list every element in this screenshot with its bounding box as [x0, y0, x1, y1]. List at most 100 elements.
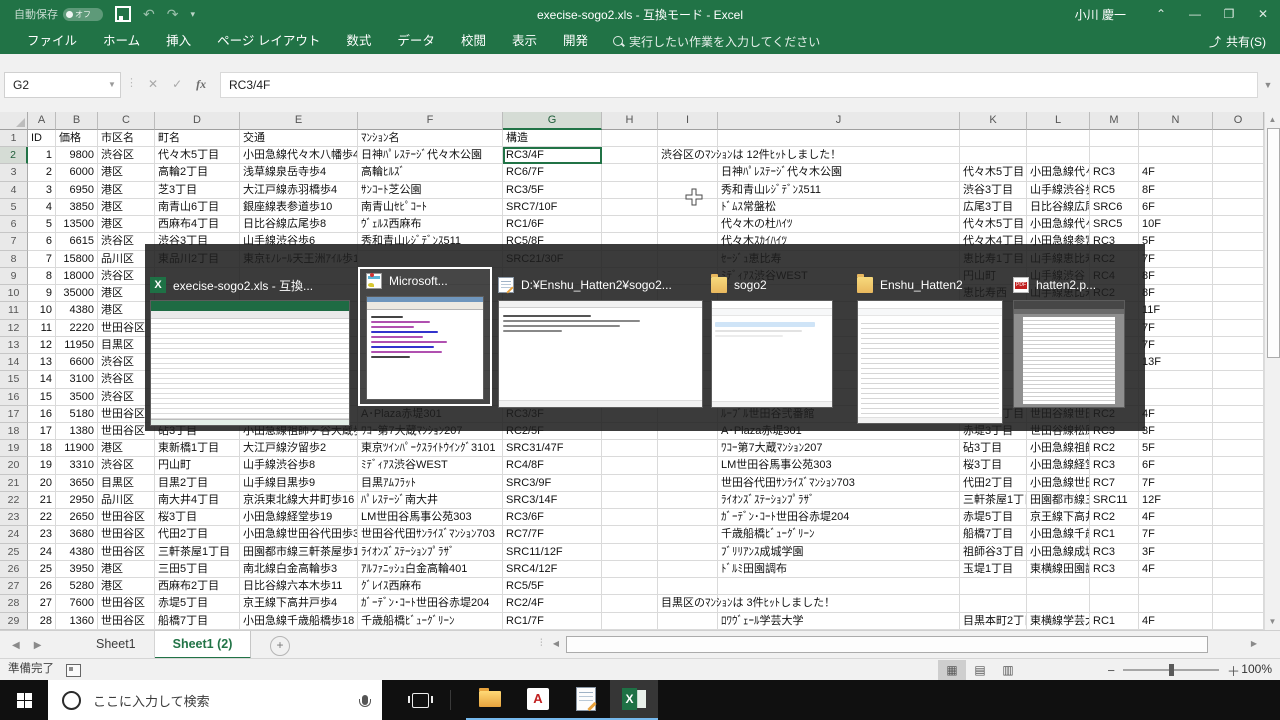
cell-G3[interactable]: RC6/7F — [503, 164, 602, 181]
task-view-button[interactable] — [398, 680, 442, 720]
cell-H20[interactable] — [602, 457, 658, 474]
cell-A20[interactable]: 19 — [28, 457, 56, 474]
cell-L24[interactable]: 小田急線千歳船橋 — [1027, 526, 1090, 543]
col-header-J[interactable]: J — [718, 112, 960, 130]
cell-N27[interactable] — [1139, 578, 1213, 595]
cell-O17[interactable] — [1213, 406, 1264, 423]
cell-A21[interactable]: 20 — [28, 475, 56, 492]
cell-J29[interactable]: ﾛﾜｳﾞｪｰﾙ学芸大学 — [718, 613, 960, 630]
cell-O8[interactable] — [1213, 251, 1264, 268]
cell-B11[interactable]: 4380 — [56, 302, 98, 319]
cell-N17[interactable]: 4F — [1139, 406, 1213, 423]
cell-G20[interactable]: RC4/8F — [503, 457, 602, 474]
row-header-24[interactable]: 24 — [0, 526, 28, 543]
cell-B1[interactable]: 価格 — [56, 130, 98, 147]
cell-I19[interactable] — [658, 440, 718, 457]
cell-B22[interactable]: 2950 — [56, 492, 98, 509]
autosave-pill[interactable]: オフ — [63, 8, 103, 21]
tab-scroll-splitter[interactable]: ⫶ — [540, 634, 548, 654]
cell-C2[interactable]: 渋谷区 — [98, 147, 155, 164]
cell-H1[interactable] — [602, 130, 658, 147]
sheet-nav-right-icon[interactable]: ▶ — [34, 640, 42, 651]
cell-B17[interactable]: 5180 — [56, 406, 98, 423]
select-all-corner[interactable] — [0, 112, 28, 130]
ribbon-tab-6[interactable]: 校閲 — [448, 28, 499, 54]
cell-D22[interactable]: 南大井4丁目 — [155, 492, 240, 509]
cell-M2[interactable] — [1090, 147, 1139, 164]
cell-H5[interactable] — [602, 199, 658, 216]
window-thumbnail-3[interactable]: sogo2 — [711, 277, 833, 408]
zoom-level[interactable]: 100% — [1241, 659, 1272, 681]
cell-E4[interactable]: 大江戸線赤羽橋歩4 — [240, 182, 358, 199]
row-header-12[interactable]: 12 — [0, 320, 28, 337]
cell-F26[interactable]: ｱﾙﾌｧﾆｯｼｭ白金高輪401 — [358, 561, 503, 578]
cell-L2[interactable] — [1027, 147, 1090, 164]
cell-O6[interactable] — [1213, 216, 1264, 233]
window-thumbnail-4[interactable]: Enshu_Hatten2 — [857, 277, 1003, 424]
cell-C27[interactable]: 港区 — [98, 578, 155, 595]
cell-N4[interactable]: 8F — [1139, 182, 1213, 199]
cell-D26[interactable]: 三田5丁目 — [155, 561, 240, 578]
cell-B23[interactable]: 2650 — [56, 509, 98, 526]
cell-D5[interactable]: 南青山6丁目 — [155, 199, 240, 216]
cell-M28[interactable] — [1090, 595, 1139, 612]
cell-I2[interactable]: 渋谷区のﾏﾝｼｮﾝは 12件ﾋｯﾄしました！ — [658, 147, 718, 164]
cell-E3[interactable]: 浅草線泉岳寺歩4 — [240, 164, 358, 181]
cell-F22[interactable]: ﾊﾟﾚｽﾃｰｼﾞ南大井 — [358, 492, 503, 509]
cell-K2[interactable] — [960, 147, 1027, 164]
cell-N16[interactable] — [1139, 389, 1213, 406]
cell-C6[interactable]: 港区 — [98, 216, 155, 233]
cell-F27[interactable]: ｸﾞﾚｲｽ西麻布 — [358, 578, 503, 595]
start-button[interactable] — [0, 680, 48, 720]
cell-L28[interactable] — [1027, 595, 1090, 612]
cell-A9[interactable]: 8 — [28, 268, 56, 285]
restore-button[interactable]: ❐ — [1212, 0, 1246, 28]
cell-F2[interactable]: 日神ﾊﾟﾚｽﾃｰｼﾞ代々木公園 — [358, 147, 503, 164]
cell-B13[interactable]: 11950 — [56, 337, 98, 354]
qat-customize-icon[interactable]: ▾ — [190, 9, 195, 20]
cell-B19[interactable]: 11900 — [56, 440, 98, 457]
cell-N6[interactable]: 10F — [1139, 216, 1213, 233]
cell-J23[interactable]: ｶﾞｰﾃﾞﾝ･ｺｰﾄ世田谷赤堤204 — [718, 509, 960, 526]
cell-N14[interactable]: 13F — [1139, 354, 1213, 371]
cell-N2[interactable] — [1139, 147, 1213, 164]
save-icon[interactable] — [115, 6, 131, 22]
row-header-7[interactable]: 7 — [0, 233, 28, 250]
cell-H3[interactable] — [602, 164, 658, 181]
row-header-29[interactable]: 29 — [0, 613, 28, 630]
cell-K6[interactable]: 代々木5丁目 — [960, 216, 1027, 233]
row-header-18[interactable]: 18 — [0, 423, 28, 440]
cell-F25[interactable]: ﾗｲｵﾝｽﾞｽﾃｰｼｮﾝﾌﾟﾗｻﾞ — [358, 544, 503, 561]
cell-D24[interactable]: 代田2丁目 — [155, 526, 240, 543]
cell-M3[interactable]: RC3 — [1090, 164, 1139, 181]
cell-B15[interactable]: 3100 — [56, 371, 98, 388]
cell-D19[interactable]: 東新橋1丁目 — [155, 440, 240, 457]
row-header-21[interactable]: 21 — [0, 475, 28, 492]
cell-F6[interactable]: ｳﾞｪﾙｽ西麻布 — [358, 216, 503, 233]
cell-G2[interactable]: RC3/4F — [503, 147, 602, 164]
cell-L22[interactable]: 田園都市線三軒茶屋 — [1027, 492, 1090, 509]
cell-N12[interactable]: 7F — [1139, 320, 1213, 337]
zoom-track[interactable] — [1123, 669, 1219, 671]
cell-N9[interactable]: 8F — [1139, 268, 1213, 285]
cancel-icon[interactable]: ✕ — [148, 77, 158, 91]
cell-E19[interactable]: 大江戸線汐留歩2 — [240, 440, 358, 457]
cell-F1[interactable]: ﾏﾝｼｮﾝ名 — [358, 130, 503, 147]
cell-M20[interactable]: RC3 — [1090, 457, 1139, 474]
cell-O27[interactable] — [1213, 578, 1264, 595]
cell-F29[interactable]: 千歳船橋ﾋﾞｭｰｸﾞﾘｰﾝ — [358, 613, 503, 630]
cell-D27[interactable]: 西麻布2丁目 — [155, 578, 240, 595]
cell-E21[interactable]: 山手線目黒歩9 — [240, 475, 358, 492]
col-header-D[interactable]: D — [155, 112, 240, 130]
cell-C21[interactable]: 目黒区 — [98, 475, 155, 492]
ribbon-display-options-button[interactable]: ⌃ — [1144, 0, 1178, 28]
scroll-down-icon[interactable]: ▼ — [1265, 614, 1280, 630]
cell-O15[interactable] — [1213, 371, 1264, 388]
ribbon-tab-7[interactable]: 表示 — [499, 28, 550, 54]
cell-E28[interactable]: 京王線下高井戸歩4 — [240, 595, 358, 612]
cell-F3[interactable]: 高輪ﾋﾙｽﾞ — [358, 164, 503, 181]
cell-B2[interactable]: 9800 — [56, 147, 98, 164]
account-name[interactable]: 小川 慶一 — [1075, 6, 1126, 23]
cell-J4[interactable]: 秀和青山ﾚｼﾞﾃﾞﾝｽ511 — [718, 182, 960, 199]
cell-C19[interactable]: 港区 — [98, 440, 155, 457]
